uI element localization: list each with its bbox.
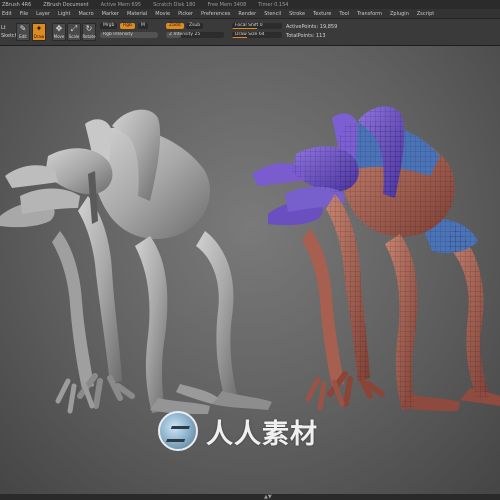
active-points-readout: ActivePoints: 19,859 xyxy=(286,24,338,30)
edit-label: Edit xyxy=(19,34,27,39)
menu-bar: Edit File Layer Light Macro Marker Mater… xyxy=(0,9,500,19)
timer-readout: Timer 0.154 xyxy=(258,1,289,8)
watermark-logo xyxy=(158,411,198,451)
menu-render[interactable]: Render xyxy=(238,11,256,17)
rgb-button[interactable]: Rgb xyxy=(120,23,135,29)
draw-button[interactable]: ✦ Draw xyxy=(32,23,46,41)
menu-material[interactable]: Material xyxy=(127,11,147,17)
rotate-icon: ↻ xyxy=(85,24,93,33)
free-mem-readout: Free Mem 3408 xyxy=(207,1,247,8)
menu-preferences[interactable]: Preferences xyxy=(201,11,230,17)
draw-label: Draw xyxy=(33,34,45,39)
edit-icon: ✎ xyxy=(19,24,27,33)
menu-texture[interactable]: Texture xyxy=(313,11,331,17)
menu-layer[interactable]: Layer xyxy=(36,11,50,17)
draw-icon: ✦ xyxy=(35,24,43,33)
menu-marker[interactable]: Marker xyxy=(102,11,119,17)
watermark-text: 人人素材 xyxy=(206,418,318,450)
draw-size-slider[interactable]: Draw Size 64 xyxy=(232,32,282,38)
edit-button[interactable]: ✎ Edit xyxy=(16,23,30,41)
menu-light[interactable]: Light xyxy=(58,11,70,17)
scale-icon: ⤢ xyxy=(70,24,78,33)
mrgb-button[interactable]: Mrgb xyxy=(100,23,118,29)
z-intensity-label: Z Intensity 25 xyxy=(169,32,201,37)
menu-tool[interactable]: Tool xyxy=(339,11,349,17)
active-mem-readout: Active Mem 695 xyxy=(100,1,142,8)
rotate-label: Rotate xyxy=(82,34,96,39)
focal-shift-slider[interactable]: Focal Shift 0 xyxy=(232,23,282,29)
z-intensity-slider[interactable]: Z Intensity 25 xyxy=(166,32,224,38)
menu-zplugin[interactable]: Zplugin xyxy=(390,11,409,17)
m-button[interactable]: M xyxy=(138,23,148,29)
zadd-button[interactable]: Zadd xyxy=(166,23,184,29)
menu-file[interactable]: File xyxy=(20,11,28,17)
move-icon: ✥ xyxy=(55,24,63,33)
zsub-button[interactable]: Zsub xyxy=(186,23,204,29)
draw-size-label: Draw Size 64 xyxy=(235,32,265,37)
scale-button[interactable]: ⤢ Scale xyxy=(67,23,81,41)
scale-label: Scale xyxy=(68,34,80,39)
scratch-disk-readout: Scratch Disk 180 xyxy=(153,1,196,8)
rgb-intensity-slider[interactable]: Rgb Intensity xyxy=(100,32,158,38)
shelf-cut-label: Lt xyxy=(1,25,6,31)
move-button[interactable]: ✥ Move xyxy=(52,23,66,41)
menu-zscript[interactable]: Zscript xyxy=(417,11,434,17)
menu-stencil[interactable]: Stencil xyxy=(264,11,281,17)
bottom-bar: ▲▼ xyxy=(0,494,500,500)
rotate-button[interactable]: ↻ Rotate xyxy=(82,23,96,41)
canvas-viewport[interactable]: 人人素材 xyxy=(0,46,500,494)
menu-edit[interactable]: Edit xyxy=(2,11,12,17)
menu-picker[interactable]: Picker xyxy=(178,11,193,17)
bottom-indicator[interactable]: ▲▼ xyxy=(264,494,272,500)
polypaint-creature-model[interactable] xyxy=(252,106,500,411)
menu-transform[interactable]: Transform xyxy=(357,11,382,17)
move-label: Move xyxy=(53,34,65,39)
menu-stroke[interactable]: Stroke xyxy=(289,11,305,17)
focal-shift-label: Focal Shift 0 xyxy=(235,23,263,28)
top-shelf: Lt Sketch ✎ Edit ✦ Draw ✥ Move ⤢ Scale ↻… xyxy=(0,19,500,46)
menu-macro[interactable]: Macro xyxy=(79,11,94,17)
clay-creature-model[interactable] xyxy=(0,109,272,414)
app-title: ZBrush 4R6 xyxy=(2,1,32,8)
menu-movie[interactable]: Movie xyxy=(155,11,170,17)
total-points-readout: TotalPoints: 113 xyxy=(286,33,326,39)
watermark: 人人素材 xyxy=(158,400,318,462)
document-title: ZBrush Document xyxy=(43,1,89,8)
rgb-intensity-label: Rgb Intensity xyxy=(103,32,133,37)
title-bar: ZBrush 4R6 ZBrush Document Active Mem 69… xyxy=(0,0,500,9)
